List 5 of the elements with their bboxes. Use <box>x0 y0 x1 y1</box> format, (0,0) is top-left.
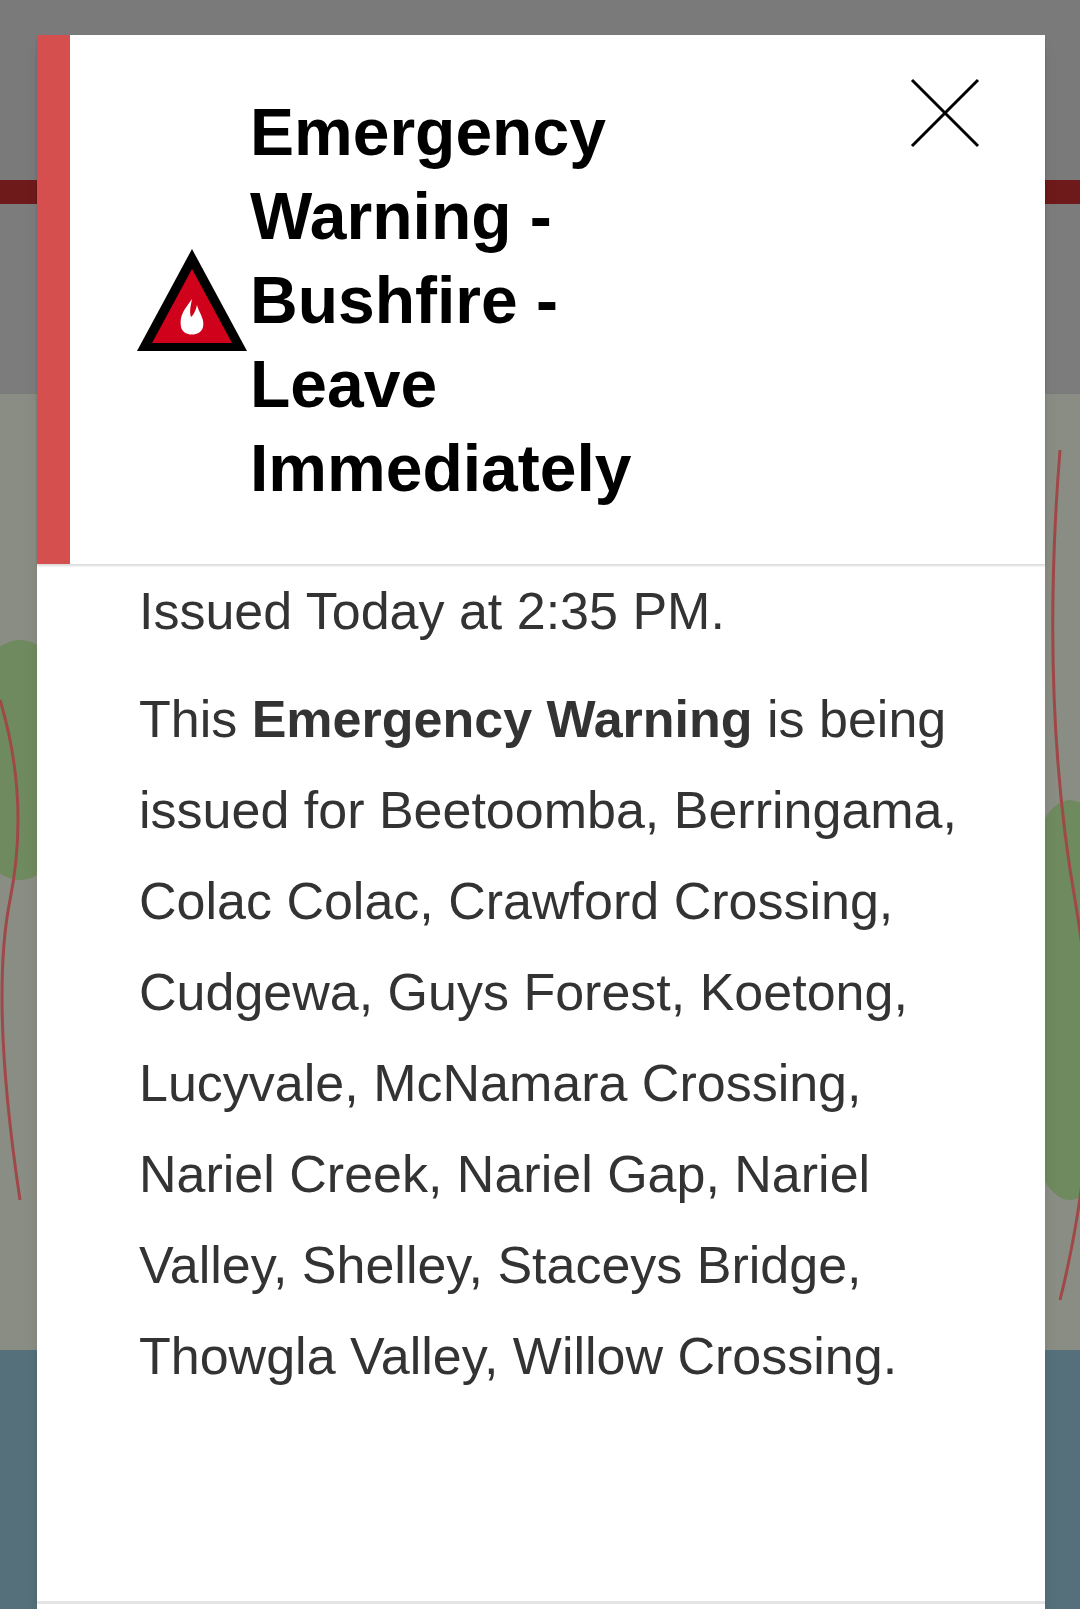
issued-time: Issued Today at 2:35 PM. <box>139 581 726 642</box>
warning-message: This Emergency Warning is being issued for Beetoomba, Berringama, Colac Colac, Crawford Crossing, Cudgewa, Guys Forest, Koetong, Lucyvale, McNamara Crossing, Nariel Creek, Nariel Gap, Nariel Valley, Shelley, Staceys Bridge, Thowgla Valley, Willow Crossing. <box>139 689 958 1387</box>
close-icon <box>910 78 980 148</box>
alert-title: Emergency Warning - Bushfire - Leave Immediately <box>250 94 633 507</box>
close-button[interactable] <box>909 77 981 149</box>
